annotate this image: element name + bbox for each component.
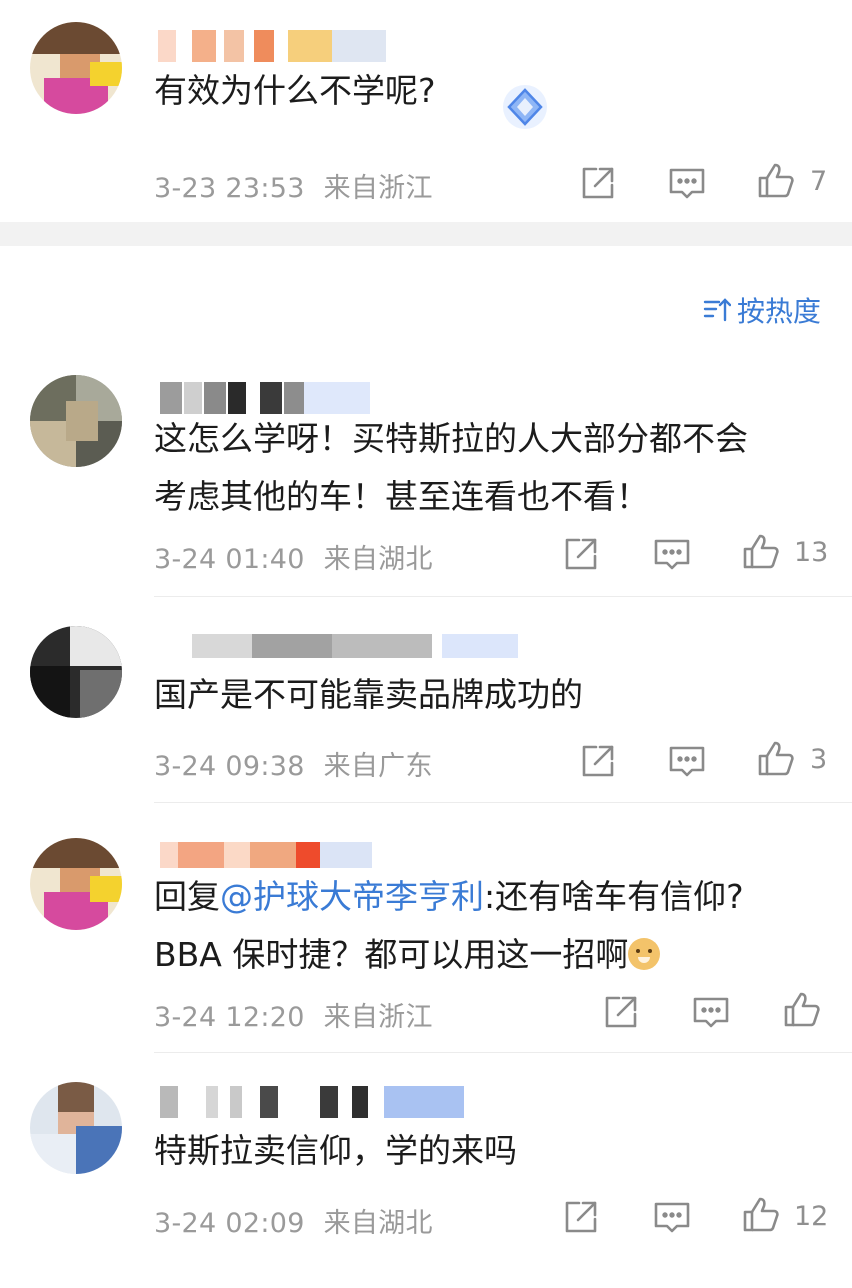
mention-link[interactable]: @护球大帝李亨利	[220, 877, 484, 916]
comment-icon[interactable]	[652, 1197, 692, 1237]
section-divider	[0, 222, 852, 246]
avatar[interactable]	[30, 375, 122, 467]
diamond-badge-icon	[500, 82, 550, 132]
location: 来自湖北	[323, 544, 433, 575]
username-blurred[interactable]	[192, 634, 518, 658]
comment-icon[interactable]	[652, 534, 692, 574]
comment-text: 有效为什么不学呢?	[154, 71, 436, 110]
comment-meta: 3-24 01:40 来自湖北	[154, 537, 433, 576]
like-icon[interactable]	[756, 739, 796, 779]
location: 来自广东	[323, 751, 433, 782]
timestamp: 3-24 09:38	[154, 751, 305, 782]
comment-separator	[154, 596, 852, 597]
comment-icon[interactable]	[667, 741, 707, 781]
share-icon[interactable]	[561, 1197, 601, 1237]
comment-text: 特斯拉卖信仰，学的来吗	[154, 1131, 517, 1170]
like-count: 7	[810, 166, 828, 197]
like-icon[interactable]	[782, 990, 822, 1030]
username-blurred[interactable]	[160, 1086, 464, 1118]
like-count: 3	[810, 744, 828, 775]
timestamp: 3-24 02:09	[154, 1208, 305, 1239]
comment-separator	[154, 802, 852, 803]
comment-text: 这怎么学呀！买特斯拉的人大部分都不会 考虑其他的车！甚至连看也不看！	[154, 419, 748, 516]
username-blurred[interactable]	[158, 30, 386, 62]
timestamp: 3-24 01:40	[154, 544, 305, 575]
comment-meta: 3-24 09:38 来自广东	[154, 744, 433, 783]
comment-icon[interactable]	[691, 992, 731, 1032]
comment-separator	[154, 1052, 852, 1053]
share-icon[interactable]	[578, 741, 618, 781]
comment-meta: 3-24 12:20 来自浙江	[154, 995, 433, 1034]
avatar[interactable]	[30, 626, 122, 718]
like-icon[interactable]	[756, 161, 796, 201]
comment-text: 回复@护球大帝李亨利:还有啥车有信仰? BBA 保时捷？都可以用这一招啊	[154, 868, 744, 984]
sort-label: 按热度	[737, 295, 822, 328]
sort-icon	[703, 294, 732, 324]
comment-icon[interactable]	[667, 163, 707, 203]
timestamp: 3-24 12:20	[154, 1002, 305, 1033]
comment-meta: 3-24 02:09 来自湖北	[154, 1201, 433, 1240]
location: 来自湖北	[323, 1208, 433, 1239]
share-icon[interactable]	[578, 163, 618, 203]
doge-emoji-icon	[628, 938, 661, 970]
location: 来自浙江	[323, 1002, 433, 1033]
reply-prefix: 回复	[154, 877, 220, 916]
share-icon[interactable]	[601, 992, 641, 1032]
like-count: 13	[794, 537, 829, 568]
like-count: 12	[794, 1201, 829, 1232]
location: 来自浙江	[323, 173, 433, 204]
avatar[interactable]	[30, 838, 122, 930]
comment-meta: 3-23 23:53 来自浙江	[154, 166, 433, 205]
reply-text: :还有啥车有信仰?	[484, 877, 744, 916]
reply-text-line2: BBA 保时捷？都可以用这一招啊	[154, 935, 629, 974]
avatar[interactable]	[30, 22, 122, 114]
share-icon[interactable]	[561, 534, 601, 574]
username-blurred[interactable]	[160, 842, 372, 868]
like-icon[interactable]	[741, 532, 781, 572]
comment-text: 国产是不可能靠卖品牌成功的	[154, 675, 583, 714]
avatar[interactable]	[30, 1082, 122, 1174]
like-icon[interactable]	[741, 1195, 781, 1235]
timestamp: 3-23 23:53	[154, 173, 305, 204]
